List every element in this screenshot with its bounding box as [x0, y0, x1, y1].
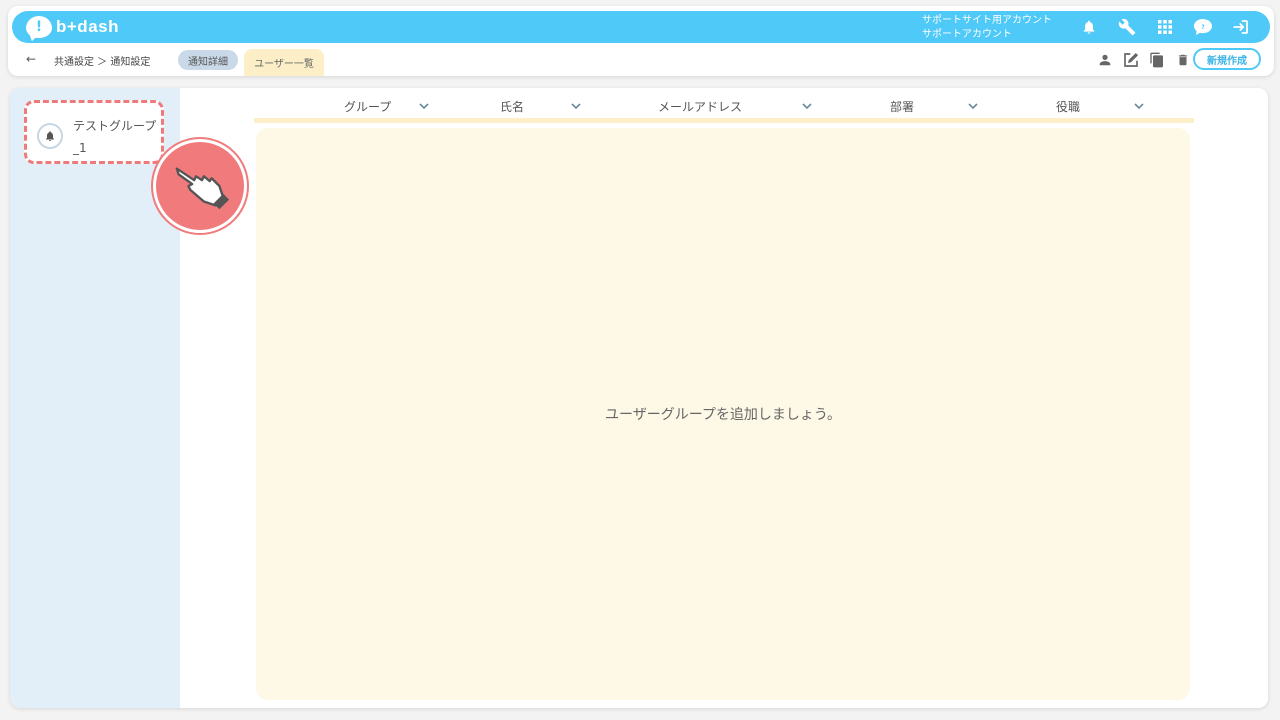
logo-text: b+dash	[56, 17, 119, 36]
trash-icon[interactable]	[1172, 50, 1194, 70]
edit-icon[interactable]	[1120, 50, 1142, 70]
header-underline	[254, 118, 1194, 123]
chat-bubble-icon[interactable]: ?	[1184, 15, 1222, 39]
column-header-position[interactable]: 役職	[1056, 94, 1152, 118]
back-arrow-icon[interactable]: ←	[26, 52, 36, 66]
account-line-2: サポートアカウント	[922, 29, 1012, 40]
new-create-button[interactable]: 新規作成	[1193, 48, 1261, 70]
column-label: グループ	[344, 99, 392, 114]
column-label: メールアドレス	[658, 99, 743, 114]
bell-icon[interactable]	[1070, 15, 1108, 39]
grid-icon[interactable]	[1146, 15, 1184, 39]
wrench-icon[interactable]	[1108, 15, 1146, 39]
column-header-name[interactable]: 氏名	[500, 94, 590, 118]
column-label: 氏名	[500, 99, 525, 114]
action-icons	[1094, 50, 1194, 70]
chevron-down-icon	[1134, 103, 1144, 110]
tab-user-list[interactable]: ユーザー一覧	[244, 49, 324, 76]
header-icons: ?	[1070, 15, 1260, 39]
sidebar-item-test-group[interactable]: テストグループ_1	[24, 100, 164, 164]
content-area: グループ 氏名 メールアドレス 部署 役職 ユーザーグループを追加しましょう。	[180, 88, 1268, 708]
table-header: グループ 氏名 メールアドレス 部署 役職	[254, 94, 1194, 118]
account-name[interactable]: サポートサイト用アカウント サポートアカウント	[922, 14, 1052, 42]
column-header-department[interactable]: 部署	[890, 94, 986, 118]
header-bar: ! b+dash サポートサイト用アカウント サポートアカウント ?	[12, 11, 1270, 43]
column-header-group[interactable]: グループ	[344, 94, 434, 118]
breadcrumb: 共通設定 ＞ 通知設定	[54, 57, 151, 68]
logout-icon[interactable]	[1222, 15, 1260, 39]
group-item-label: テストグループ_1	[73, 119, 157, 155]
chevron-down-icon	[802, 103, 812, 110]
column-label: 役職	[1056, 99, 1081, 114]
copy-icon[interactable]	[1146, 50, 1168, 70]
logo-bubble-icon: !	[26, 16, 52, 38]
pointing-hand-icon	[153, 139, 247, 233]
chevron-down-icon	[419, 103, 429, 110]
top-card: ! b+dash サポートサイト用アカウント サポートアカウント ? ← 共通設…	[8, 6, 1274, 76]
column-header-email[interactable]: メールアドレス	[658, 94, 818, 118]
empty-state-message: ユーザーグループを追加しましょう。	[604, 407, 842, 423]
chevron-down-icon	[968, 103, 978, 110]
tab-notification-detail[interactable]: 通知詳細	[178, 50, 238, 70]
chevron-down-icon	[571, 103, 581, 110]
svg-text:?: ?	[1201, 24, 1205, 31]
account-line-1: サポートサイト用アカウント	[922, 15, 1052, 26]
sub-navigation: ← 共通設定 ＞ 通知設定 通知詳細 ユーザー一覧 新規作成	[8, 46, 1274, 76]
bell-icon	[37, 123, 63, 149]
person-icon[interactable]	[1094, 50, 1116, 70]
column-label: 部署	[890, 99, 915, 114]
empty-state-panel: ユーザーグループを追加しましょう。	[256, 128, 1190, 700]
logo[interactable]: ! b+dash	[26, 15, 119, 39]
main-card: テストグループ_1 グループ 氏名 メールアドレス 部署 役職 ユーザーグループ…	[10, 88, 1268, 708]
